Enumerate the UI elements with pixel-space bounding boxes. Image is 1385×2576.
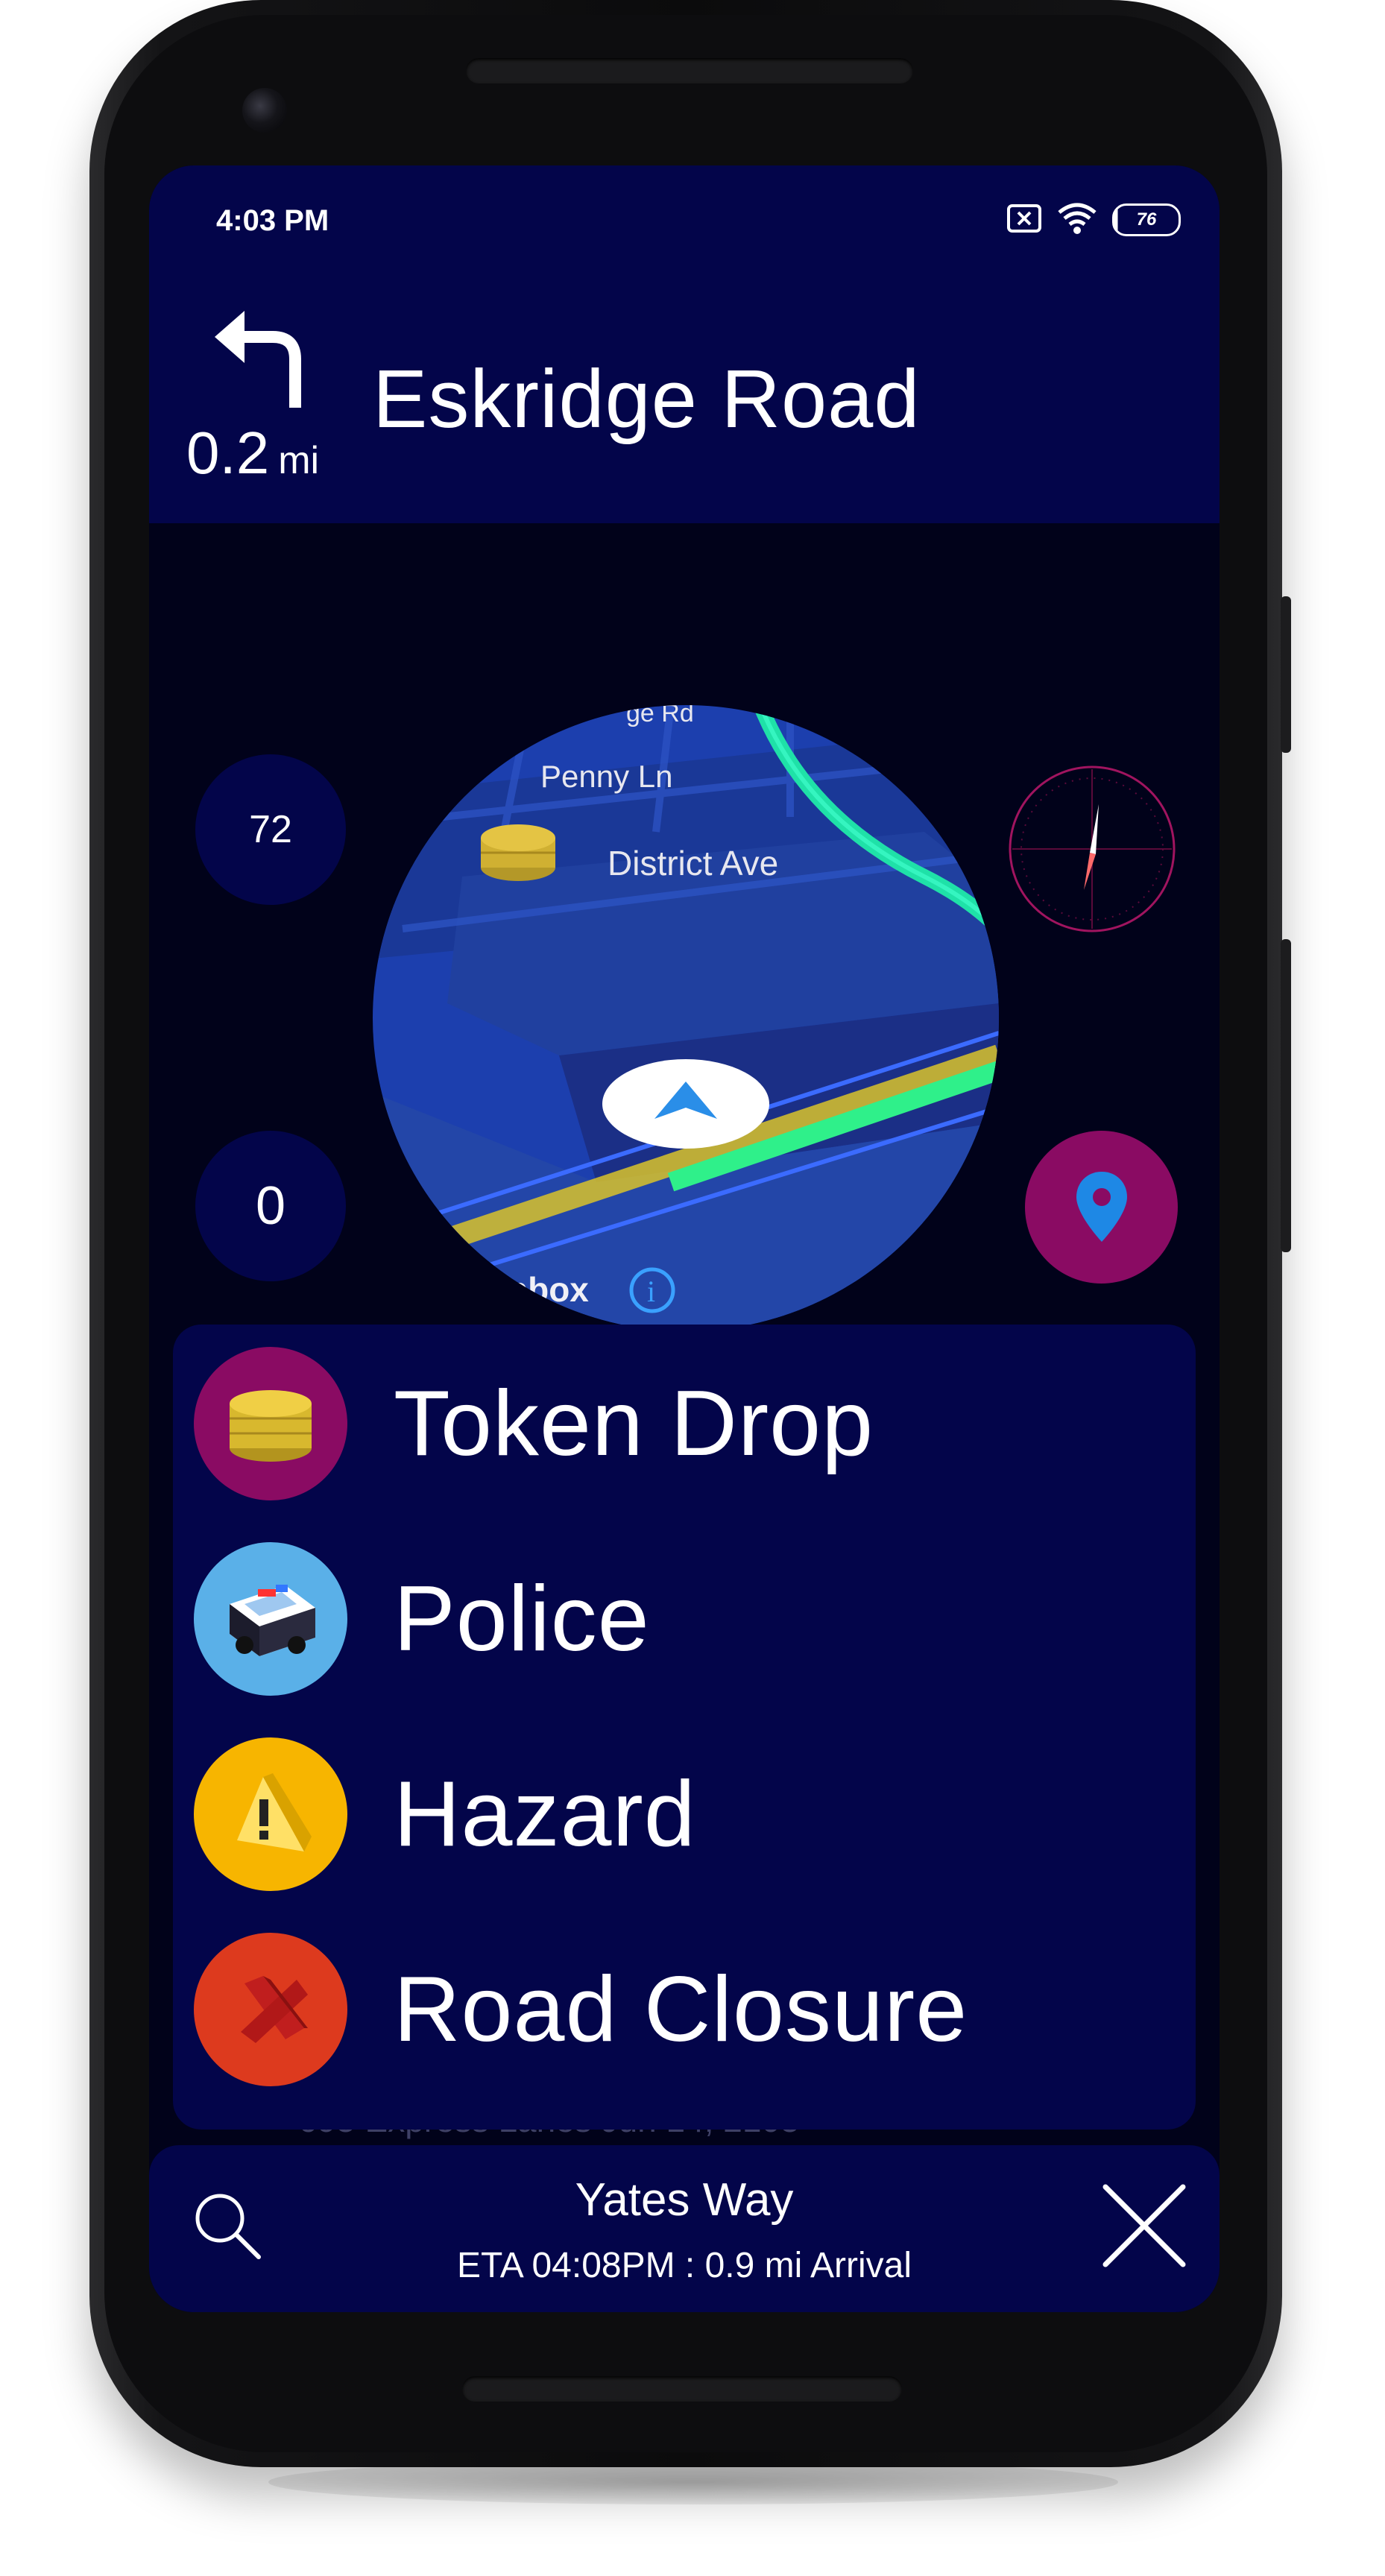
token-coins-icon (194, 1347, 347, 1500)
map-label-penny: Penny Ln (540, 759, 672, 794)
distance-unit: mi (278, 439, 320, 482)
token-count: 0 (195, 1131, 346, 1281)
status-icons: 76 (1006, 201, 1181, 239)
compass-icon[interactable] (1006, 763, 1178, 935)
app-screen: 4:03 PM 76 0.2 mi Eskridge Road 72 0 ge … (149, 165, 1220, 2312)
maneuver-distance: 0.2 mi (186, 419, 319, 487)
recenter-location-button[interactable] (1025, 1131, 1178, 1284)
report-menu: Token Drop Police Hazard Road Closure (173, 1325, 1196, 2130)
hazard-warning-icon (194, 1737, 347, 1891)
report-label: Token Drop (394, 1372, 874, 1475)
report-police[interactable]: Police (194, 1541, 1178, 1697)
report-label: Hazard (394, 1763, 696, 1866)
location-pin-icon (1076, 1171, 1127, 1242)
close-icon[interactable] (1100, 2181, 1189, 2274)
map-label-district: District Ave (608, 844, 778, 883)
report-label: Road Closure (394, 1958, 968, 2061)
report-road-closure[interactable]: Road Closure (194, 1931, 1178, 2088)
destination-name: Yates Way (575, 2174, 794, 2226)
front-camera (242, 88, 287, 133)
next-street-name: Eskridge Road (373, 353, 921, 445)
volume-button (1281, 596, 1291, 753)
battery-level: 76 (1136, 209, 1157, 230)
wifi-icon (1057, 202, 1097, 239)
trip-summary-bar: Yates Way ETA 04:08PM : 0.9 mi Arrival (149, 2145, 1220, 2312)
eta-text: ETA 04:08PM : 0.9 mi Arrival (456, 2246, 912, 2285)
report-hazard[interactable]: Hazard (194, 1736, 1178, 1892)
map-label-top: ge Rd (626, 705, 694, 727)
turn-left-arrow-icon (207, 307, 312, 415)
power-button (1281, 939, 1291, 1252)
bottom-speaker (462, 2376, 902, 2402)
speed-indicator: 72 (195, 754, 346, 905)
police-car-icon (194, 1542, 347, 1696)
report-label: Police (394, 1568, 650, 1670)
road-closure-icon (194, 1933, 347, 2086)
sim-off-icon (1006, 203, 1042, 237)
navigation-header: 4:03 PM 76 0.2 mi Eskridge Road (149, 165, 1220, 523)
status-time: 4:03 PM (216, 204, 329, 237)
map-attribution: pbox (507, 1270, 589, 1309)
battery-icon: 76 (1112, 203, 1181, 236)
map-view[interactable]: ge Rd Penny Ln District Ave pbox i (373, 705, 999, 1331)
earpiece-speaker (466, 58, 913, 83)
report-token-drop[interactable]: Token Drop (194, 1345, 1178, 1502)
distance-value: 0.2 (186, 420, 270, 486)
svg-text:i: i (647, 1275, 655, 1308)
